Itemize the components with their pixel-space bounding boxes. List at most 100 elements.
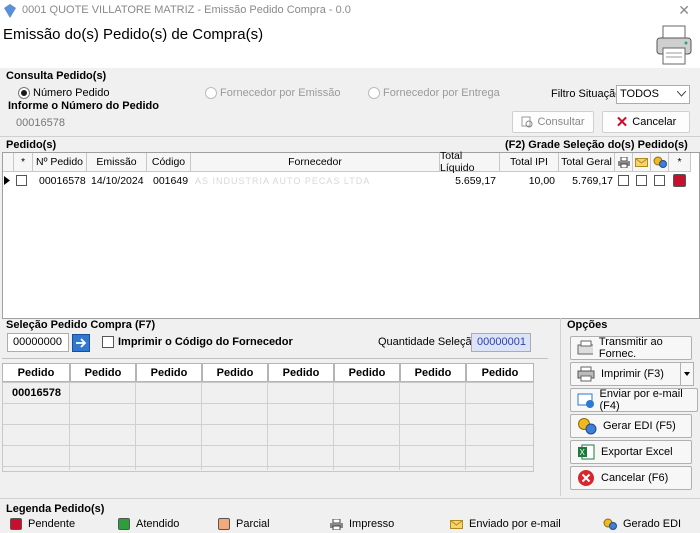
col-total-liquido-header[interactable]: Total Líquido xyxy=(440,150,500,174)
legend-atendido-label: Atendido xyxy=(136,518,180,530)
filtro-situacao-value: TODOS xyxy=(620,88,659,100)
selecao-col-header: Pedido xyxy=(400,363,466,382)
quantidade-selecao-field: 00000001 xyxy=(471,333,531,352)
selecao-col-header: Pedido xyxy=(268,363,334,382)
page-title: Emissão do(s) Pedido(s) de Compra(s) xyxy=(3,26,264,43)
selecao-col-header: Pedido xyxy=(2,363,70,382)
grid-line xyxy=(333,382,334,470)
cancelar-consulta-button[interactable]: ✕ Cancelar xyxy=(602,111,690,133)
numero-pedido-input[interactable]: 00016578 xyxy=(6,114,96,132)
exportar-excel-label: Exportar Excel xyxy=(601,446,673,458)
consultar-button[interactable]: Consultar xyxy=(512,111,594,133)
selecao-body xyxy=(2,382,534,472)
transmitir-label: Transmitir ao Fornec. xyxy=(598,336,663,360)
printer-small-icon xyxy=(617,156,630,168)
keyboard-icon xyxy=(577,340,593,355)
divider xyxy=(0,498,700,499)
quantidade-selecao-value: 00000001 xyxy=(477,336,526,348)
radio-entrega-label: Fornecedor por Entrega xyxy=(383,87,500,99)
selecao-section-label: Seleção Pedido Compra (F7) xyxy=(6,319,156,331)
close-window-button[interactable]: ✕ xyxy=(678,2,690,19)
cancelar-label: Cancelar (F6) xyxy=(601,472,669,484)
row-pointer-icon xyxy=(4,172,13,189)
cancelar-consulta-label: Cancelar xyxy=(632,116,677,128)
legend-parcial-label: Parcial xyxy=(236,518,270,530)
row-email-checkbox[interactable] xyxy=(636,172,647,189)
col-total-ipi-header[interactable]: Total IPI xyxy=(500,153,559,172)
row-status-indicator xyxy=(673,172,686,189)
selecao-grid: Pedido Pedido Pedido Pedido Pedido Pedid… xyxy=(2,362,534,472)
parcial-swatch xyxy=(218,518,230,530)
legenda-section-label: Legenda Pedido(s) xyxy=(6,503,105,515)
legend-enviado: Enviado por e-mail xyxy=(450,518,561,530)
col-fornecedor-header[interactable]: Fornecedor xyxy=(191,153,440,172)
legend-impresso: Impresso xyxy=(330,518,394,530)
divider xyxy=(2,358,548,359)
grid-line xyxy=(267,382,268,470)
imprimir-codigo-checkbox[interactable]: Imprimir o Código do Fornecedor xyxy=(102,336,293,348)
filtro-situacao-label: Filtro Situação: xyxy=(551,88,625,100)
radio-numero-pedido[interactable]: Número Pedido xyxy=(18,87,109,99)
legend-enviado-label: Enviado por e-mail xyxy=(469,518,561,530)
printer-icon xyxy=(330,518,343,530)
col-numero-header[interactable]: Nº Pedido xyxy=(33,153,87,172)
divider xyxy=(560,318,561,496)
col-emissao-header[interactable]: Emissão xyxy=(87,153,147,172)
x-icon: ✕ xyxy=(615,114,629,131)
app-icon xyxy=(4,4,16,18)
row-numero: 00016578 xyxy=(39,174,86,187)
radio-emissao-label: Fornecedor por Emissão xyxy=(220,87,341,99)
selecao-col-header: Pedido xyxy=(466,363,534,382)
selecao-first-value[interactable]: 00016578 xyxy=(12,387,61,399)
gears-icon xyxy=(603,518,617,530)
grid-line xyxy=(135,382,136,470)
radio-numero-indicator xyxy=(18,87,30,99)
atendido-swatch xyxy=(118,518,130,530)
imprimir-button[interactable]: Imprimir (F3) xyxy=(570,362,682,386)
imprimir-dropdown-button[interactable] xyxy=(680,362,694,386)
gears-icon xyxy=(653,156,667,168)
divider xyxy=(0,136,700,137)
cancelar-button[interactable]: Cancelar (F6) xyxy=(570,466,692,490)
pedidos-table: * Nº Pedido Emissão Código Fornecedor To… xyxy=(2,150,700,319)
filtro-situacao-select[interactable]: TODOS xyxy=(616,85,690,104)
numero-pedido-value: 00016578 xyxy=(16,117,65,129)
consulta-section-label: Consulta Pedido(s) xyxy=(6,70,107,82)
row-impresso-checkbox[interactable] xyxy=(618,172,629,189)
selecao-col-header: Pedido xyxy=(202,363,268,382)
caret-down-icon xyxy=(684,372,690,376)
gerar-edi-button[interactable]: Gerar EDI (F5) xyxy=(570,414,692,438)
enviar-email-button[interactable]: Enviar por e-mail (F4) xyxy=(570,388,698,412)
legend-pendente: Pendente xyxy=(10,518,75,530)
selecao-pedido-input[interactable]: 00000000 xyxy=(7,333,69,352)
exportar-excel-button[interactable]: X Exportar Excel xyxy=(570,440,692,464)
gears-icon xyxy=(578,418,597,435)
radio-fornecedor-entrega[interactable]: Fornecedor por Entrega xyxy=(368,87,500,99)
radio-fornecedor-emissao[interactable]: Fornecedor por Emissão xyxy=(205,87,340,99)
printer-icon xyxy=(656,25,692,65)
transmitir-button[interactable]: Transmitir ao Fornec. xyxy=(570,336,692,360)
row-total-liquido: 5.659,17 xyxy=(455,174,496,187)
quantidade-selecao-label: Quantidade Seleção: xyxy=(378,336,481,348)
col-codigo-header[interactable]: Código xyxy=(147,153,191,172)
col-impresso-header xyxy=(615,153,633,172)
legend-pendente-label: Pendente xyxy=(28,518,76,530)
arrow-right-icon xyxy=(76,338,87,348)
opcoes-section-label: Opções xyxy=(567,319,608,331)
add-selecao-button[interactable] xyxy=(72,334,90,352)
row-checkbox[interactable] xyxy=(16,172,27,189)
grid-line xyxy=(69,382,70,470)
row-total-ipi: 10,00 xyxy=(528,174,555,187)
printer-icon xyxy=(577,366,595,382)
row-emissao: 14/10/2024 xyxy=(91,174,144,187)
grade-selecao-label: (F2) Grade Seleção do(s) Pedido(s) xyxy=(505,139,688,151)
selecao-col-header: Pedido xyxy=(334,363,400,382)
row-edi-checkbox[interactable] xyxy=(654,172,665,189)
legend-parcial: Parcial xyxy=(218,518,270,530)
pendente-swatch xyxy=(10,518,22,530)
consultar-label: Consultar xyxy=(537,116,585,128)
col-total-geral-header[interactable]: Total Geral xyxy=(559,153,615,172)
pedidos-section-label: Pedido(s) xyxy=(6,139,57,151)
legend-atendido: Atendido xyxy=(118,518,179,530)
grid-line xyxy=(465,382,466,470)
